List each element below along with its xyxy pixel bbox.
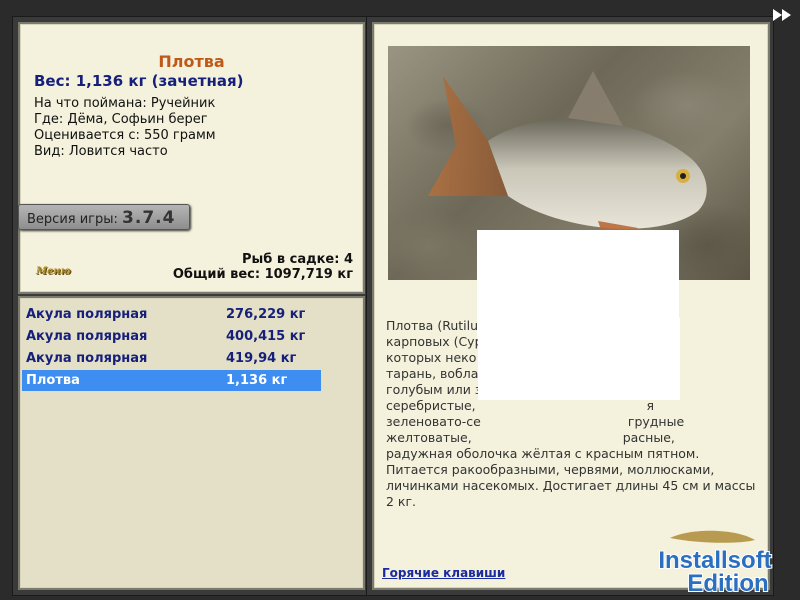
catch-row-name: Акула полярная <box>26 351 148 366</box>
fish-count: Рыб в садке: 4 <box>241 252 353 267</box>
catch-row-name: Акула полярная <box>26 329 148 344</box>
fish-name-title: Плотва <box>158 52 225 71</box>
fish-weight: Вес: 1,136 кг (зачетная) <box>34 72 244 90</box>
catch-list: Акула полярная 276,229 кг Акула полярная… <box>18 296 365 590</box>
detail-frequency: Вид: Ловится часто <box>34 144 168 159</box>
desc-line: желтоватые, расные, <box>386 430 675 445</box>
fish-description-panel: Плотва (Rutilu а карповых (Cyp ов, из ко… <box>372 22 770 590</box>
catch-row-selected[interactable]: Плотва 1,136 кг <box>22 370 321 391</box>
fish-description: Плотва (Rutilu а карповых (Cyp ов, из ко… <box>386 318 758 510</box>
watermark-line2: Edition <box>687 570 768 594</box>
menu-link[interactable]: Меню <box>36 266 71 277</box>
hotkeys-link[interactable]: Горячие клавиши <box>382 566 505 580</box>
catch-row[interactable]: Акула полярная 400,415 кг <box>22 326 321 347</box>
catch-row-weight: 419,94 кг <box>226 351 297 366</box>
catch-row-name: Плотва <box>26 373 80 388</box>
detail-threshold: Оценивается с: 550 грамм <box>34 128 216 143</box>
detail-location: Где: Дёма, Софьин берег <box>34 112 208 127</box>
version-badge: Версия игры: 3.7.4 <box>18 204 190 230</box>
desc-line: 2 кг. <box>386 494 417 509</box>
catch-row[interactable]: Акула полярная 419,94 кг <box>22 348 321 369</box>
detail-bait: На что поймана: Ручейник <box>34 96 216 111</box>
desc-line: серебристые, я <box>386 398 655 413</box>
catch-row-weight: 1,136 кг <box>226 373 288 388</box>
desc-line: Питается ракообразными, червями, моллюск… <box>386 462 715 477</box>
total-weight: Общий вес: 1097,719 кг <box>172 267 353 282</box>
fast-forward-icon[interactable] <box>772 8 794 22</box>
version-number: 3.7.4 <box>122 208 176 228</box>
desc-line: зеленовато-се грудные <box>386 414 685 429</box>
description-overlay <box>478 318 680 400</box>
catch-row-weight: 400,415 кг <box>226 329 306 344</box>
version-label: Версия игры: <box>27 212 118 227</box>
catch-row-name: Акула полярная <box>26 307 148 322</box>
desc-line: личинками насекомых. Достигает длины 45 … <box>386 478 756 493</box>
fish-info-panel: Плотва Вес: 1,136 кг (зачетная) На что п… <box>18 22 365 294</box>
catch-row-weight: 276,229 кг <box>226 307 306 322</box>
catch-row[interactable]: Акула полярная 276,229 кг <box>22 304 321 325</box>
desc-line: радужная оболочка жёлтая с красным пятно… <box>386 446 700 461</box>
installsoft-watermark: Installsoft Edition <box>657 530 773 594</box>
